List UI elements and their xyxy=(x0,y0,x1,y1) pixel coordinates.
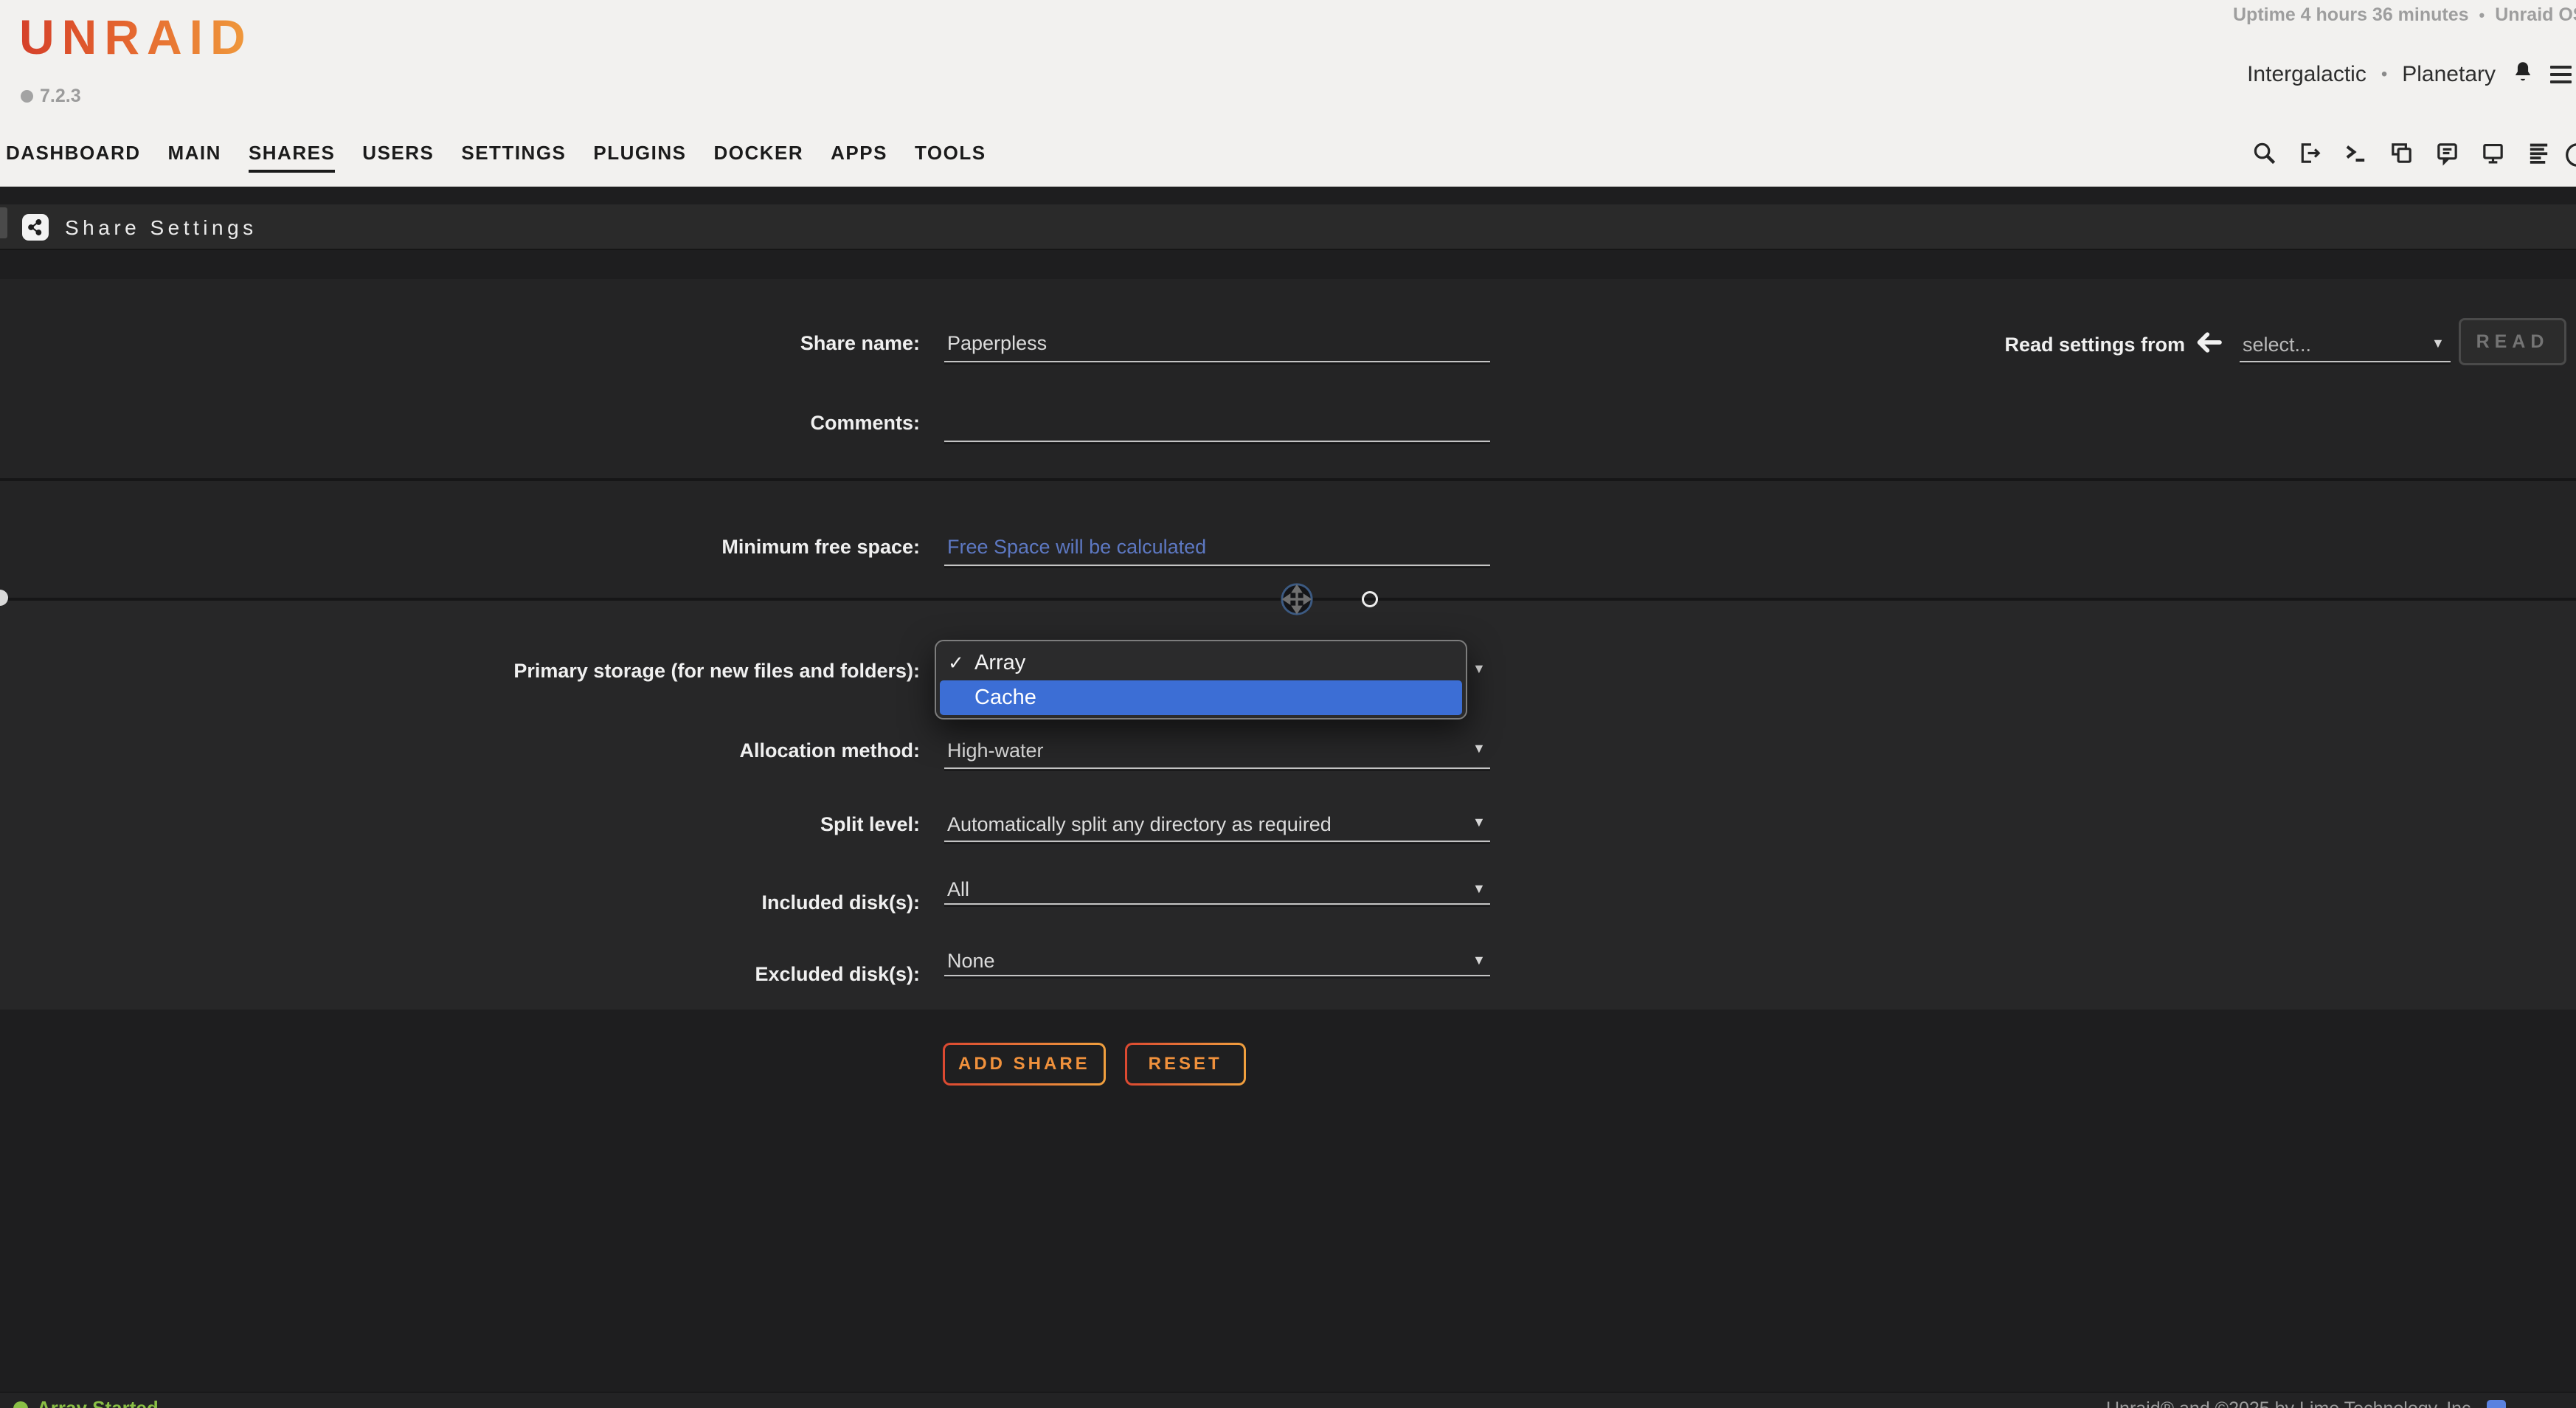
unraid-webgui: UNRAID 7.2.3 Uptime 4 hours 36 minutes •… xyxy=(0,0,2576,1408)
share-icon xyxy=(22,214,49,241)
read-settings-underline xyxy=(2240,361,2451,362)
nav-item-apps[interactable]: APPS xyxy=(831,142,887,173)
profile-icon[interactable] xyxy=(2564,142,2576,168)
nav-item-main[interactable]: MAIN xyxy=(168,142,221,173)
version-text: 7.2.3 xyxy=(40,86,81,107)
scrollbar-remnant xyxy=(0,207,7,238)
main-nav: DASHBOARD MAIN SHARES USERS SETTINGS PLU… xyxy=(6,142,986,173)
sign-out-icon[interactable] xyxy=(2297,140,2323,166)
split-level-select[interactable]: Automatically split any directory as req… xyxy=(947,813,1332,836)
server-description: Planetary xyxy=(2402,62,2496,87)
add-share-button[interactable]: ADD SHARE xyxy=(943,1043,1106,1086)
dropdown-option-label: Cache xyxy=(974,686,1036,710)
included-disks-underline xyxy=(944,903,1490,905)
version-info: 7.2.3 xyxy=(21,86,81,107)
form-section-identity xyxy=(0,279,2576,478)
chevron-down-icon[interactable]: ▼ xyxy=(1472,881,1486,897)
hamburger-menu-icon[interactable] xyxy=(2550,66,2572,83)
server-name[interactable]: Intergalactic xyxy=(2247,62,2366,87)
allocation-method-underline xyxy=(944,767,1490,769)
separator-dot: • xyxy=(2479,6,2485,25)
copyright-text: Unraid® and ©2025 by Lime Technology, In… xyxy=(2106,1398,2476,1408)
terminal-icon[interactable] xyxy=(2343,140,2369,166)
dropdown-option-label: Array xyxy=(974,651,1025,675)
log-icon[interactable] xyxy=(2526,140,2552,166)
status-footer: Array Started Unraid® and ©2025 by Lime … xyxy=(0,1392,2576,1408)
move-cursor-icon xyxy=(1280,582,1314,616)
primary-storage-dropdown: ✓ Array Cache xyxy=(935,640,1467,719)
primary-storage-label: Primary storage (for new files and folde… xyxy=(477,660,920,683)
nav-item-dashboard[interactable]: DASHBOARD xyxy=(6,142,141,173)
status-dot-icon xyxy=(13,1401,28,1408)
form-actions: ADD SHARE RESET xyxy=(943,1043,1246,1086)
uptime-text: Uptime 4 hours 36 minutes xyxy=(2233,4,2469,26)
min-free-space-label: Minimum free space: xyxy=(477,536,920,559)
nav-item-tools[interactable]: TOOLS xyxy=(915,142,986,173)
feedback-icon[interactable] xyxy=(2434,140,2460,166)
nav-item-docker[interactable]: DOCKER xyxy=(713,142,803,173)
toolbar-icons xyxy=(2251,140,2552,166)
min-free-space-input[interactable]: Free Space will be calculated xyxy=(947,536,1206,559)
page-title: Share Settings xyxy=(65,216,257,240)
allocation-method-select[interactable]: High-water xyxy=(947,739,1044,762)
section-divider xyxy=(0,478,2576,481)
included-disks-select[interactable]: All xyxy=(947,878,969,901)
dropdown-option-array[interactable]: ✓ Array xyxy=(936,646,1466,680)
nav-item-users[interactable]: USERS xyxy=(362,142,434,173)
read-settings-select[interactable]: select... xyxy=(2243,334,2311,356)
bell-icon[interactable] xyxy=(2510,59,2535,90)
form-section-space xyxy=(0,481,2576,598)
comments-label: Comments: xyxy=(477,412,920,435)
read-settings-label: Read settings from xyxy=(1992,334,2185,356)
nav-item-settings[interactable]: SETTINGS xyxy=(461,142,566,173)
copy-icon[interactable] xyxy=(2389,140,2414,166)
dropdown-option-cache[interactable]: Cache xyxy=(940,680,1462,715)
system-status-line: Uptime 4 hours 36 minutes • Unraid OS St… xyxy=(2233,4,2576,26)
checkmark-icon: ✓ xyxy=(948,652,974,674)
excluded-disks-select[interactable]: None xyxy=(947,950,995,973)
display-icon[interactable] xyxy=(2480,140,2506,166)
pointer-ring-icon xyxy=(1362,591,1378,607)
copyright-line: Unraid® and ©2025 by Lime Technology, In… xyxy=(2106,1398,2506,1408)
share-name-input[interactable]: Paperpless xyxy=(947,332,1047,355)
included-disks-label: Included disk(s): xyxy=(477,891,920,914)
unraid-logo[interactable]: UNRAID xyxy=(19,9,253,65)
excluded-disks-label: Excluded disk(s): xyxy=(477,963,920,986)
separator-dot: • xyxy=(2381,64,2387,85)
chevron-down-icon[interactable]: ▼ xyxy=(2431,336,2445,351)
chevron-down-icon[interactable]: ▼ xyxy=(1472,741,1486,756)
array-status[interactable]: Array Started xyxy=(13,1397,159,1408)
page-title-bar: Share Settings xyxy=(0,204,2576,250)
app-header: UNRAID 7.2.3 Uptime 4 hours 36 minutes •… xyxy=(0,0,2576,187)
split-level-label: Split level: xyxy=(477,813,920,836)
allocation-method-label: Allocation method: xyxy=(477,739,920,762)
share-name-label: Share name: xyxy=(477,332,920,355)
nav-item-plugins[interactable]: PLUGINS xyxy=(593,142,686,173)
chevron-down-icon[interactable]: ▼ xyxy=(1472,815,1486,830)
comments-underline xyxy=(944,441,1490,442)
min-free-space-underline xyxy=(944,565,1490,566)
chevron-down-icon[interactable]: ▼ xyxy=(1472,661,1486,677)
share-name-underline xyxy=(944,361,1490,362)
footer-link-icon[interactable] xyxy=(2487,1400,2506,1408)
version-icon xyxy=(21,90,33,103)
chevron-down-icon[interactable]: ▼ xyxy=(1472,953,1486,968)
nav-item-shares[interactable]: SHARES xyxy=(249,142,335,173)
os-edition-name: Unraid OS xyxy=(2495,4,2576,26)
server-identity: Intergalactic • Planetary xyxy=(2247,59,2572,90)
excluded-disks-underline xyxy=(944,975,1490,976)
read-button[interactable]: READ xyxy=(2459,318,2566,365)
split-level-underline xyxy=(944,841,1490,842)
reset-button[interactable]: RESET xyxy=(1125,1043,1246,1086)
search-icon[interactable] xyxy=(2251,140,2277,166)
arrow-left-icon xyxy=(2194,328,2223,357)
array-status-text: Array Started xyxy=(37,1397,159,1408)
